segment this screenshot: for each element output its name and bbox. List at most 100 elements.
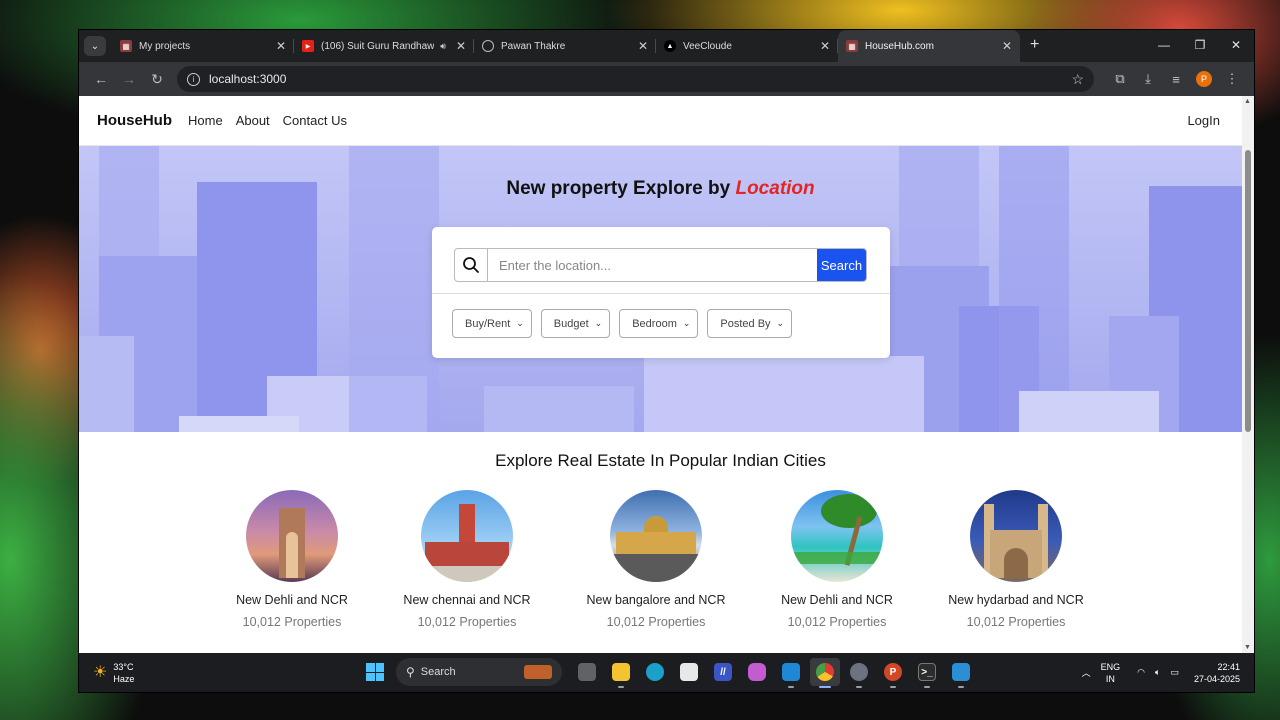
hero-title: New property Explore by Location [79, 178, 1242, 200]
search-button[interactable]: Search [817, 249, 866, 281]
buy-rent-select[interactable]: Buy/Rent ⌄ [452, 309, 532, 338]
favicon-icon: ▦ [846, 40, 858, 52]
address-bar[interactable]: i localhost:3000 ☆ [177, 66, 1094, 92]
media-control-icon[interactable]: ≡ [1162, 72, 1190, 87]
scroll-up-icon[interactable]: ▲ [1244, 98, 1251, 105]
brand-logo[interactable]: HouseHub [97, 112, 172, 129]
close-icon[interactable]: ✕ [638, 39, 648, 53]
nav-about[interactable]: About [236, 113, 270, 128]
filter-label: Posted By [720, 317, 771, 330]
snipping-tool-icon[interactable] [946, 658, 976, 688]
taskbar-search[interactable]: ⚲ Search [396, 658, 562, 686]
speaker-icon[interactable]: 🔊︎ [440, 41, 446, 52]
restore-icon[interactable]: ❐ [1182, 30, 1218, 60]
time: 22:41 [1217, 661, 1240, 672]
back-icon[interactable]: ← [87, 71, 115, 87]
window-controls: — ❐ ✕ [1146, 30, 1254, 60]
volume-icon[interactable]: 🔈︎ [1155, 667, 1160, 678]
task-view-icon[interactable] [572, 658, 602, 686]
city-image-charminar [970, 490, 1062, 582]
chevron-up-icon[interactable]: ︿ [1082, 666, 1091, 679]
nav-contact[interactable]: Contact Us [283, 113, 347, 128]
close-icon[interactable]: ✕ [276, 39, 286, 53]
reload-icon[interactable]: ↻ [143, 71, 171, 88]
tab-pawan-thakre[interactable]: Pawan Thakre ✕ [474, 30, 656, 62]
close-icon[interactable]: ✕ [1002, 39, 1012, 53]
property-count: 10,012 Properties [606, 615, 706, 629]
bedroom-select[interactable]: Bedroom ⌄ [619, 309, 699, 338]
menu-dots-icon[interactable]: ⋮ [1218, 71, 1246, 87]
hero-title-prefix: New property Explore by [506, 178, 736, 199]
scroll-down-icon[interactable]: ▼ [1244, 644, 1251, 651]
language-indicator[interactable]: ENG IN [1101, 661, 1121, 685]
property-count: 10,012 Properties [966, 615, 1066, 629]
background-building [1019, 391, 1159, 432]
city-card-delhi[interactable]: New Dehli and NCR 10,012 Properties [202, 490, 382, 629]
property-count: 10,012 Properties [787, 615, 887, 629]
windows-taskbar: ☀ 33°C Haze ⚲ Search // P >_ ︿ ENG IN ◠ … [79, 653, 1254, 692]
edge-icon[interactable] [640, 658, 670, 686]
bookmark-star-icon[interactable]: ☆ [1071, 71, 1084, 88]
taskbar-apps: ⚲ Search // P >_ [366, 658, 978, 688]
city-card-chennai[interactable]: New chennai and NCR 10,012 Properties [377, 490, 557, 629]
download-icon[interactable]: ⤓ [1134, 71, 1162, 87]
haze-sun-icon: ☀ [93, 663, 108, 681]
login-link[interactable]: LogIn [1187, 113, 1220, 128]
close-window-icon[interactable]: ✕ [1218, 30, 1254, 60]
system-tray: ︿ ENG IN ◠ 🔈︎ ▭ 22:41 27-04-2025 [1077, 653, 1254, 692]
clock[interactable]: 22:41 27-04-2025 [1194, 661, 1240, 685]
tab-title: My projects [139, 40, 191, 52]
tab-youtube[interactable]: ▶ (106) Suit Guru Randhawa ( 🔊︎ ✕ [294, 30, 474, 62]
tab-search-button[interactable]: ⌄ [84, 36, 106, 56]
nav-home[interactable]: Home [188, 113, 223, 128]
ground-shape [421, 566, 513, 582]
city-card-bangalore[interactable]: New bangalore and NCR 10,012 Properties [566, 490, 746, 629]
city-card-hyderabad[interactable]: New hydarbad and NCR 10,012 Properties [926, 490, 1106, 629]
tab-househub[interactable]: ▦ HouseHub.com ✕ [838, 30, 1020, 62]
extensions-icon[interactable]: ⧉ [1106, 71, 1134, 87]
background-building [179, 416, 299, 432]
close-icon[interactable]: ✕ [456, 39, 466, 53]
divider [432, 293, 890, 294]
city-card-delhi-2[interactable]: New Dehli and NCR 10,012 Properties [747, 490, 927, 629]
copilot-icon[interactable] [742, 658, 772, 686]
whiteboard-icon[interactable]: // [708, 658, 738, 686]
budget-select[interactable]: Budget ⌄ [540, 309, 611, 338]
search-icon: ⚲ [406, 665, 415, 679]
tab-my-projects[interactable]: ▦ My projects ✕ [112, 30, 294, 62]
page-scrollbar[interactable]: ▲ ▼ [1242, 96, 1254, 653]
browser-toolbar: ← → ↻ i localhost:3000 ☆ ⧉ ⤓ ≡ P ⋮ [79, 62, 1254, 96]
url-text[interactable]: localhost:3000 [209, 72, 1071, 86]
close-icon[interactable]: ✕ [820, 39, 830, 53]
posted-by-select[interactable]: Posted By ⌄ [707, 309, 793, 338]
tab-veecloude[interactable]: ▲ VeeCloude ✕ [656, 30, 838, 62]
location-search-input[interactable] [488, 249, 817, 281]
site-info-icon[interactable]: i [187, 72, 200, 86]
terminal-icon[interactable]: >_ [912, 658, 942, 688]
store-icon[interactable] [674, 658, 704, 686]
powerpoint-icon[interactable]: P [878, 658, 908, 688]
settings-icon[interactable] [844, 658, 874, 688]
chrome-icon[interactable] [810, 658, 840, 688]
new-tab-button[interactable]: + [1020, 30, 1049, 62]
tab-title: VeeCloude [683, 40, 732, 52]
forward-icon[interactable]: → [115, 71, 143, 87]
file-explorer-icon[interactable] [606, 658, 636, 688]
date: 27-04-2025 [1193, 673, 1240, 684]
vscode-icon[interactable] [776, 658, 806, 688]
profile-avatar[interactable]: P [1196, 71, 1212, 87]
chevron-down-icon: ⌄ [776, 318, 785, 328]
filter-label: Budget [553, 317, 589, 330]
section-title: Explore Real Estate In Popular Indian Ci… [495, 451, 826, 470]
scrollbar-thumb[interactable] [1245, 150, 1251, 432]
filter-row: Buy/Rent ⌄ Budget ⌄ Bedroom ⌄ Posted By ⌄ [452, 309, 801, 338]
battery-icon[interactable]: ▭ [1170, 667, 1179, 678]
city-name: New chennai and NCR [403, 593, 531, 607]
windows-start-icon[interactable] [366, 663, 384, 681]
city-image-chennai-central [421, 490, 513, 582]
weather-widget[interactable]: ☀ 33°C Haze [93, 661, 134, 685]
wifi-icon[interactable]: ◠ [1137, 667, 1145, 678]
weather-temp: 33°C [113, 661, 134, 672]
minimize-icon[interactable]: — [1146, 30, 1182, 60]
city-image-vidhana-soudha [610, 490, 702, 582]
